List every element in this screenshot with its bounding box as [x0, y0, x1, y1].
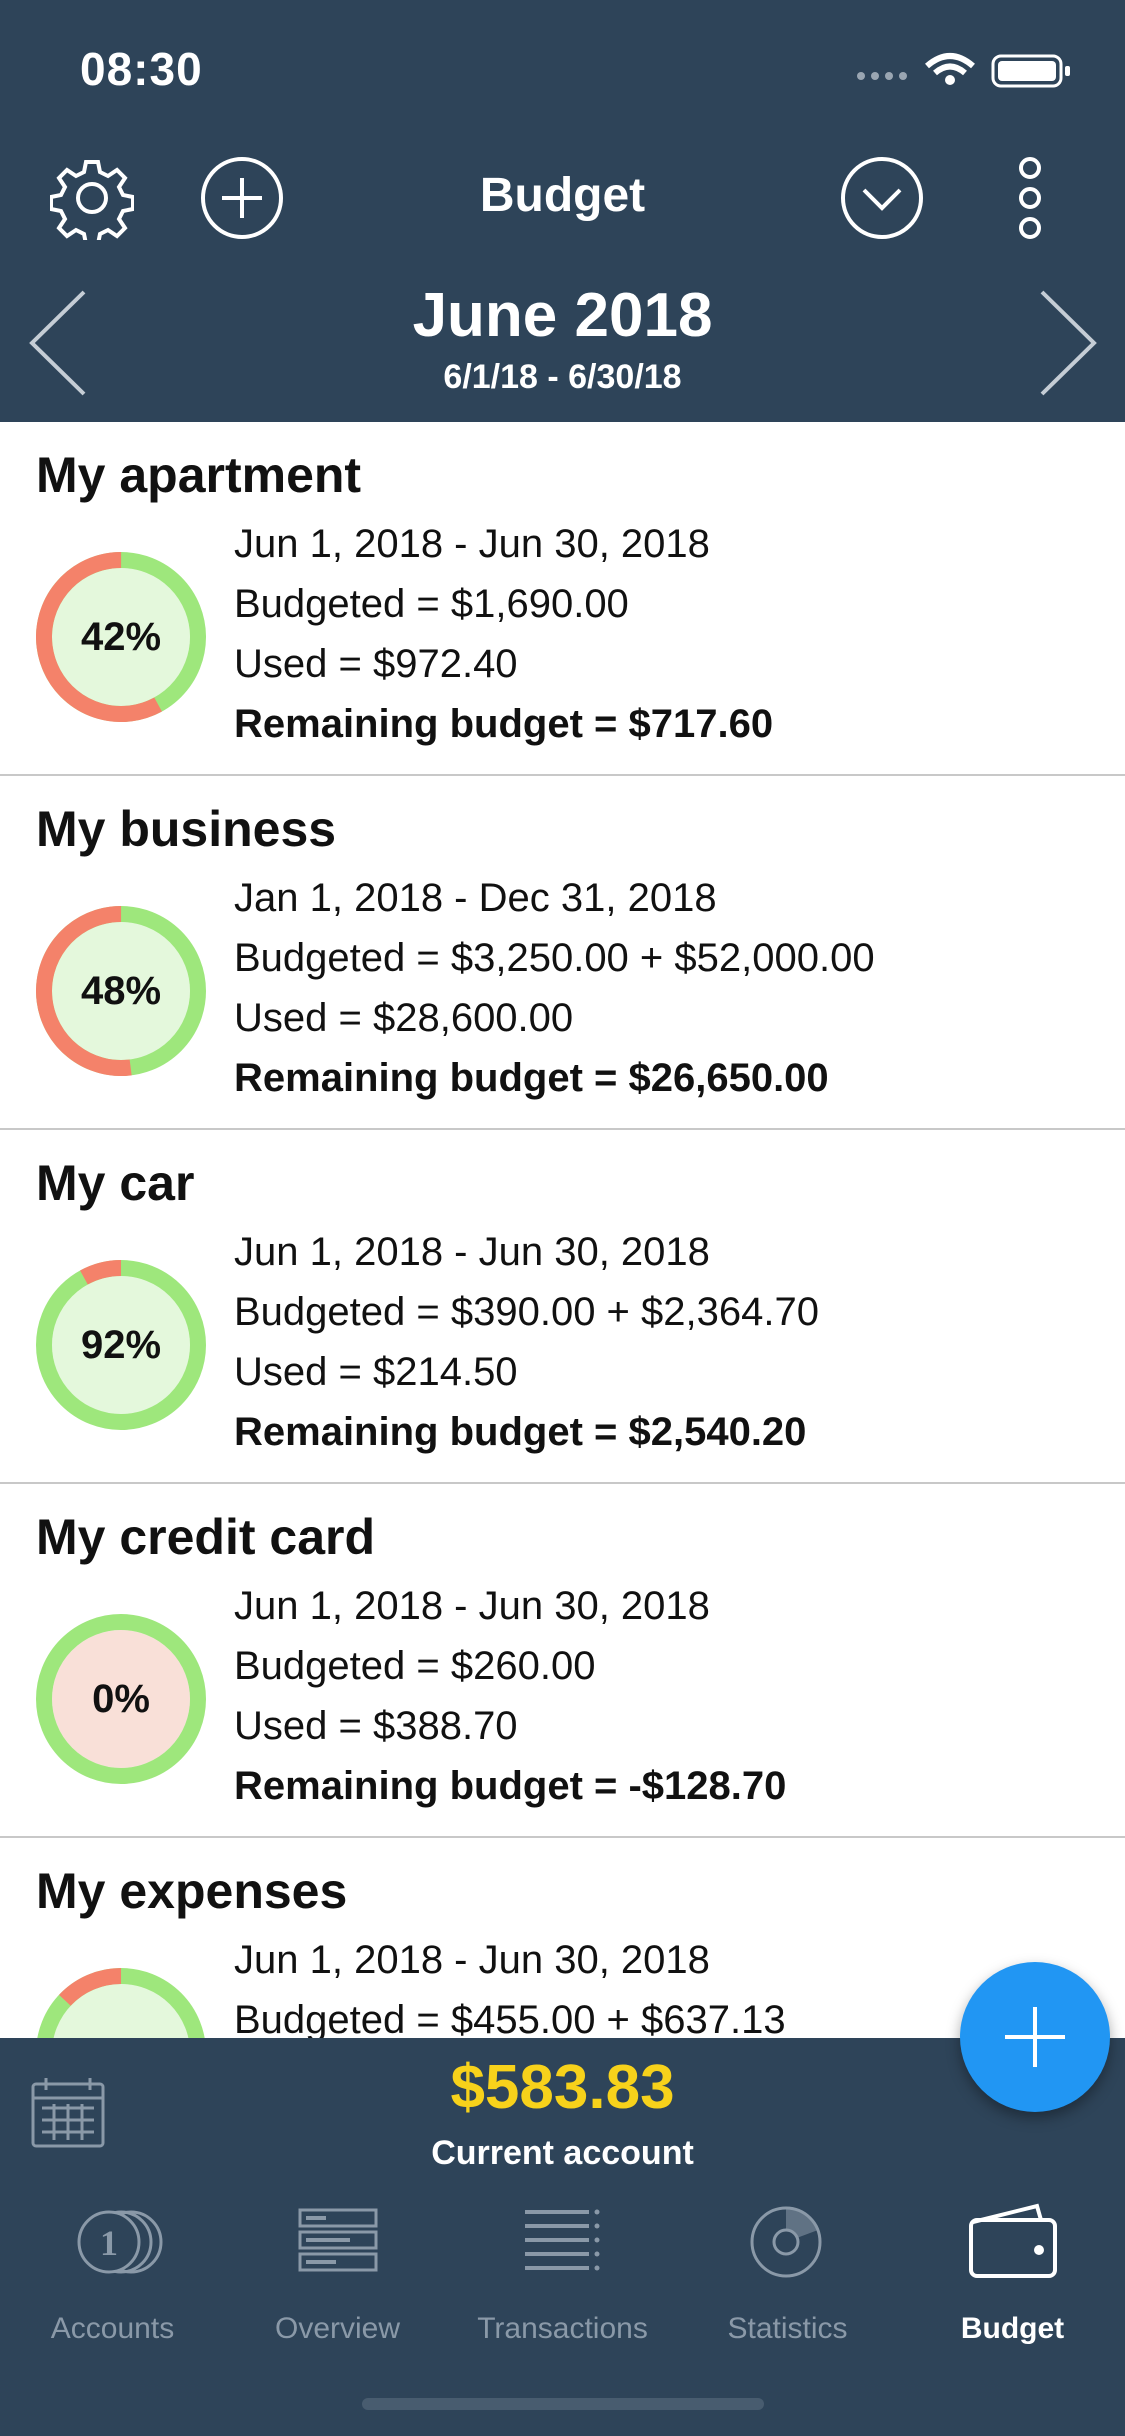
chevron-down-circle-icon [841, 157, 923, 239]
budget-name: My business [36, 801, 337, 857]
tab-statistics[interactable]: Statistics [675, 2200, 900, 2350]
budget-budgeted: Budgeted = $3,250.00 + $52,000.00 [234, 936, 875, 980]
tab-label: Budget [960, 2312, 1065, 2345]
budget-remaining: Remaining budget = $26,650.00 [234, 1056, 829, 1100]
add-transaction-button[interactable] [960, 1962, 1110, 2112]
tab-budget[interactable]: Budget [900, 2200, 1125, 2350]
budget-period: Jun 1, 2018 - Jun 30, 2018 [234, 522, 710, 566]
budget-percent: 0% [92, 1677, 150, 1721]
budget-item[interactable]: My car 92% Jun 1, 2018 - Jun 30, 2018 Bu… [0, 1130, 1125, 1484]
budget-percent: 48% [81, 969, 161, 1013]
status-icons [855, 50, 1085, 90]
tab-label: Transactions [477, 2312, 648, 2345]
budget-item[interactable]: My apartment 42% Jun 1, 2018 - Jun 30, 2… [0, 422, 1125, 776]
budget-budgeted: Budgeted = $455.00 + $637.13 [234, 1998, 786, 2038]
pie-chart-icon [750, 2206, 821, 2278]
budget-name: My car [36, 1155, 195, 1211]
budget-budgeted: Budgeted = $390.00 + $2,364.70 [234, 1290, 819, 1334]
budget-progress-ring: 48% [36, 906, 206, 1076]
signal-wifi-battery-icon [857, 53, 1070, 88]
budget-name: My credit card [36, 1509, 376, 1565]
budget-remaining: Remaining budget = $2,540.20 [234, 1410, 807, 1454]
tab-accounts[interactable]: 1 Accounts [0, 2200, 225, 2350]
tab-label: Overview [274, 2312, 401, 2345]
budget-budgeted: Budgeted = $1,690.00 [234, 582, 629, 626]
budget-remaining: Remaining budget = $717.60 [234, 702, 774, 746]
budget-name: My apartment [36, 447, 362, 503]
account-name[interactable]: Current account [0, 2134, 1125, 2173]
budget-budgeted: Budgeted = $260.00 [234, 1644, 596, 1688]
budget-percent: 92% [81, 1323, 161, 1367]
status-time: 08:30 [80, 43, 203, 95]
budget-item[interactable]: My expenses Jun 1, 2018 - Jun 30, 2018 B… [0, 1838, 1125, 2038]
budget-name: My expenses [36, 1863, 348, 1919]
coins-icon: 1 [77, 2210, 162, 2274]
svg-text:1: 1 [100, 2223, 118, 2263]
header: 08:30 Budget June 2018 6/1/18 - 6/30/18 [0, 0, 1125, 422]
budget-used: Used = $972.40 [234, 642, 518, 686]
budget-used: Used = $28,600.00 [234, 996, 574, 1040]
tab-transactions[interactable]: Transactions [450, 2200, 675, 2350]
more-options-button[interactable] [1010, 156, 1050, 245]
budget-period: Jun 1, 2018 - Jun 30, 2018 [234, 1230, 710, 1274]
list-icon [524, 2209, 599, 2271]
home-indicator [362, 2398, 764, 2410]
overview-icon [298, 2208, 377, 2272]
budget-progress-ring: 92% [36, 1260, 206, 1430]
budget-period: Jun 1, 2018 - Jun 30, 2018 [234, 1584, 710, 1628]
budget-progress-ring: 0% [36, 1614, 206, 1784]
budget-period: Jan 1, 2018 - Dec 31, 2018 [234, 876, 717, 920]
budget-list[interactable]: My apartment 42% Jun 1, 2018 - Jun 30, 2… [0, 422, 1125, 2038]
budget-remaining: Remaining budget = -$128.70 [234, 1764, 787, 1808]
tab-label: Statistics [727, 2312, 848, 2345]
plus-icon [1005, 2007, 1065, 2067]
budget-item[interactable]: My business 48% Jan 1, 2018 - Dec 31, 20… [0, 776, 1125, 1130]
wallet-icon [968, 2203, 1057, 2278]
budget-item[interactable]: My credit card 0% Jun 1, 2018 - Jun 30, … [0, 1484, 1125, 1838]
chevron-right-icon [1040, 290, 1097, 396]
collapse-button[interactable] [840, 156, 924, 245]
budget-period: Jun 1, 2018 - Jun 30, 2018 [234, 1938, 710, 1982]
tab-overview[interactable]: Overview [225, 2200, 450, 2350]
more-vertical-icon [1019, 157, 1041, 239]
period-month: June 2018 [412, 281, 713, 350]
tab-label: Accounts [50, 2312, 175, 2345]
page-title: Budget [479, 169, 646, 222]
period-range: 6/1/18 - 6/30/18 [443, 358, 682, 396]
budget-progress-ring: 42% [36, 552, 206, 722]
budget-progress-ring [36, 1968, 206, 2038]
budget-used: Used = $214.50 [234, 1350, 518, 1394]
budget-percent: 42% [81, 615, 161, 659]
budget-used: Used = $388.70 [234, 1704, 518, 1748]
next-month-button[interactable] [1036, 288, 1100, 403]
account-balance: $583.83 [450, 2053, 675, 2122]
